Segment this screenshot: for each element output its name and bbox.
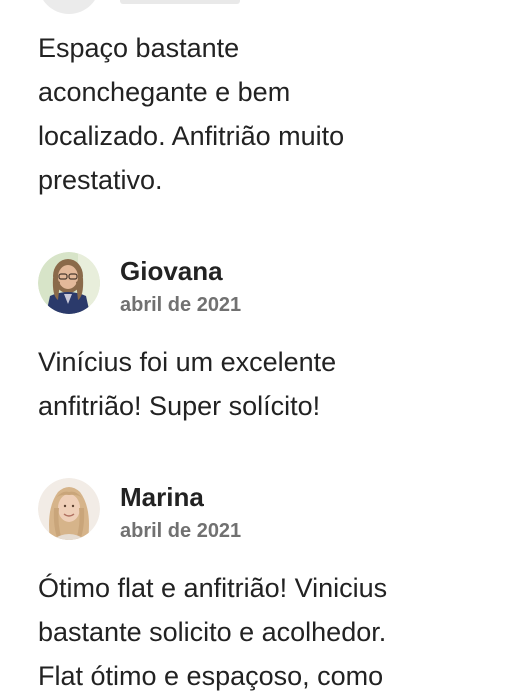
- avatar[interactable]: [38, 0, 100, 14]
- review-text-line: Espaço bastante: [38, 33, 240, 63]
- review-text-line: bastante solicito e acolhedor.: [38, 617, 387, 647]
- user-avatar-icon: [38, 478, 100, 540]
- review-text-line: localizado. Anfitrião muito: [38, 121, 345, 151]
- review-text: Vinícius foi um excelente anfitrião! Sup…: [38, 340, 488, 428]
- review-text-line: Ótimo flat e anfitrião! Vinicius: [38, 573, 388, 603]
- review-text: Ótimo flat e anfitrião! Vinicius bastant…: [38, 566, 488, 698]
- review-text-line: anfitrião! Super solícito!: [38, 391, 321, 421]
- review-text-line: aconchegante e bem: [38, 77, 291, 107]
- reviewer-name-cropped: [120, 0, 240, 4]
- reviewer-name[interactable]: Giovana: [120, 256, 223, 287]
- review-text-line: Flat ótimo e espaçoso, como: [38, 661, 384, 691]
- user-avatar-icon: [38, 252, 100, 314]
- review-text-line: Vinícius foi um excelente: [38, 347, 337, 377]
- reviewer-name[interactable]: Marina: [120, 482, 204, 513]
- avatar[interactable]: [38, 478, 100, 540]
- review-date: abril de 2021: [120, 294, 242, 316]
- review-text: Espaço bastante aconchegante e bem local…: [38, 26, 488, 202]
- review-date: abril de 2021: [120, 520, 242, 542]
- avatar[interactable]: [38, 252, 100, 314]
- review-text-line: prestativo.: [38, 165, 163, 195]
